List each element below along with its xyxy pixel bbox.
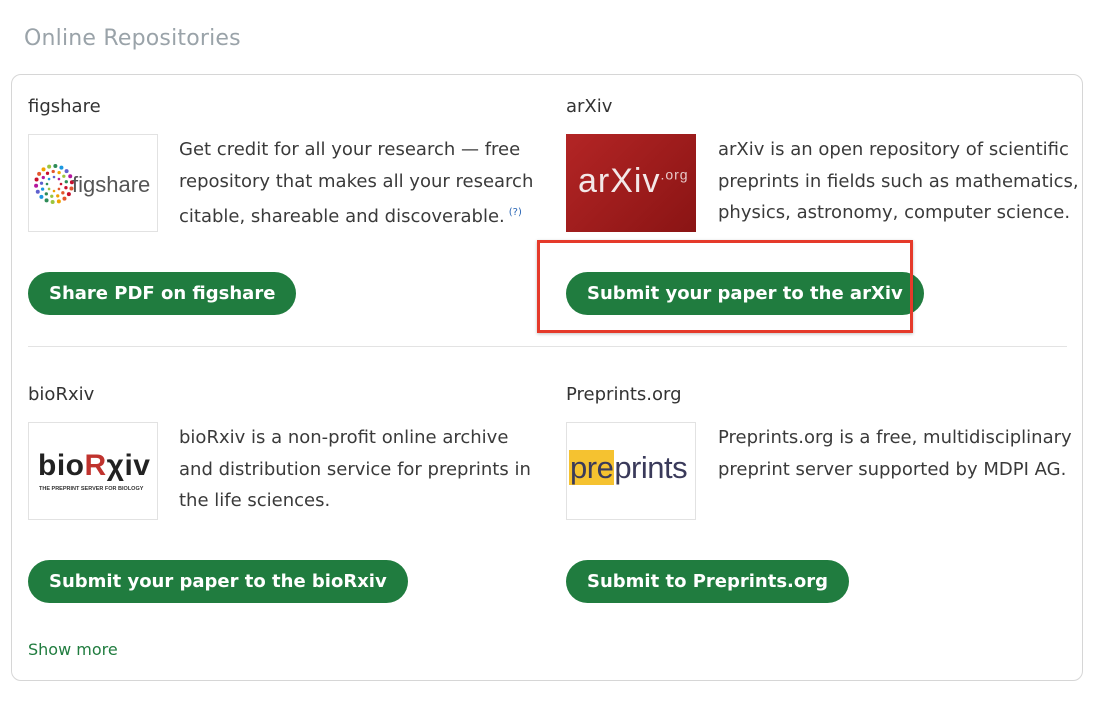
- repo-name-preprints: Preprints.org: [566, 384, 682, 405]
- arxiv-logo-suffix: .org: [660, 166, 689, 183]
- submit-arxiv-button[interactable]: Submit your paper to the arXiv: [566, 272, 924, 315]
- figshare-logo-text: figshare: [72, 172, 150, 197]
- preprints-description: Preprints.org is a free, multidisciplina…: [718, 427, 1072, 480]
- repo-name-biorxiv: bioRxiv: [28, 384, 95, 405]
- preprints-logo: preprints: [566, 422, 696, 520]
- arxiv-description: arXiv is an open repository of scientifi…: [718, 139, 1079, 223]
- row-divider: [28, 346, 1067, 347]
- submit-biorxiv-button[interactable]: Submit your paper to the bioRxiv: [28, 560, 408, 603]
- biorxiv-description: bioRxiv is a non-profit online archive a…: [179, 427, 531, 511]
- share-pdf-figshare-button[interactable]: Share PDF on figshare: [28, 272, 297, 315]
- submit-preprints-button[interactable]: Submit to Preprints.org: [566, 560, 850, 603]
- arxiv-logo: arXiv.org: [566, 134, 696, 232]
- figshare-logo-icon: figshare: [34, 164, 150, 204]
- show-more-link[interactable]: Show more: [28, 640, 118, 659]
- help-icon[interactable]: (?): [509, 207, 522, 218]
- biorxiv-logo: bioRχiv THE PREPRINT SERVER FOR BIOLOGY: [28, 422, 158, 520]
- figshare-description: Get credit for all your research — free …: [179, 139, 534, 227]
- repo-name-figshare: figshare: [28, 96, 101, 117]
- arxiv-logo-text: arXiv: [578, 162, 661, 200]
- repo-name-arxiv: arXiv: [566, 96, 613, 117]
- figshare-logo: figshare: [28, 134, 158, 232]
- section-title: Online Repositories: [24, 26, 241, 51]
- biorxiv-logo-tagline: THE PREPRINT SERVER FOR BIOLOGY: [39, 486, 144, 492]
